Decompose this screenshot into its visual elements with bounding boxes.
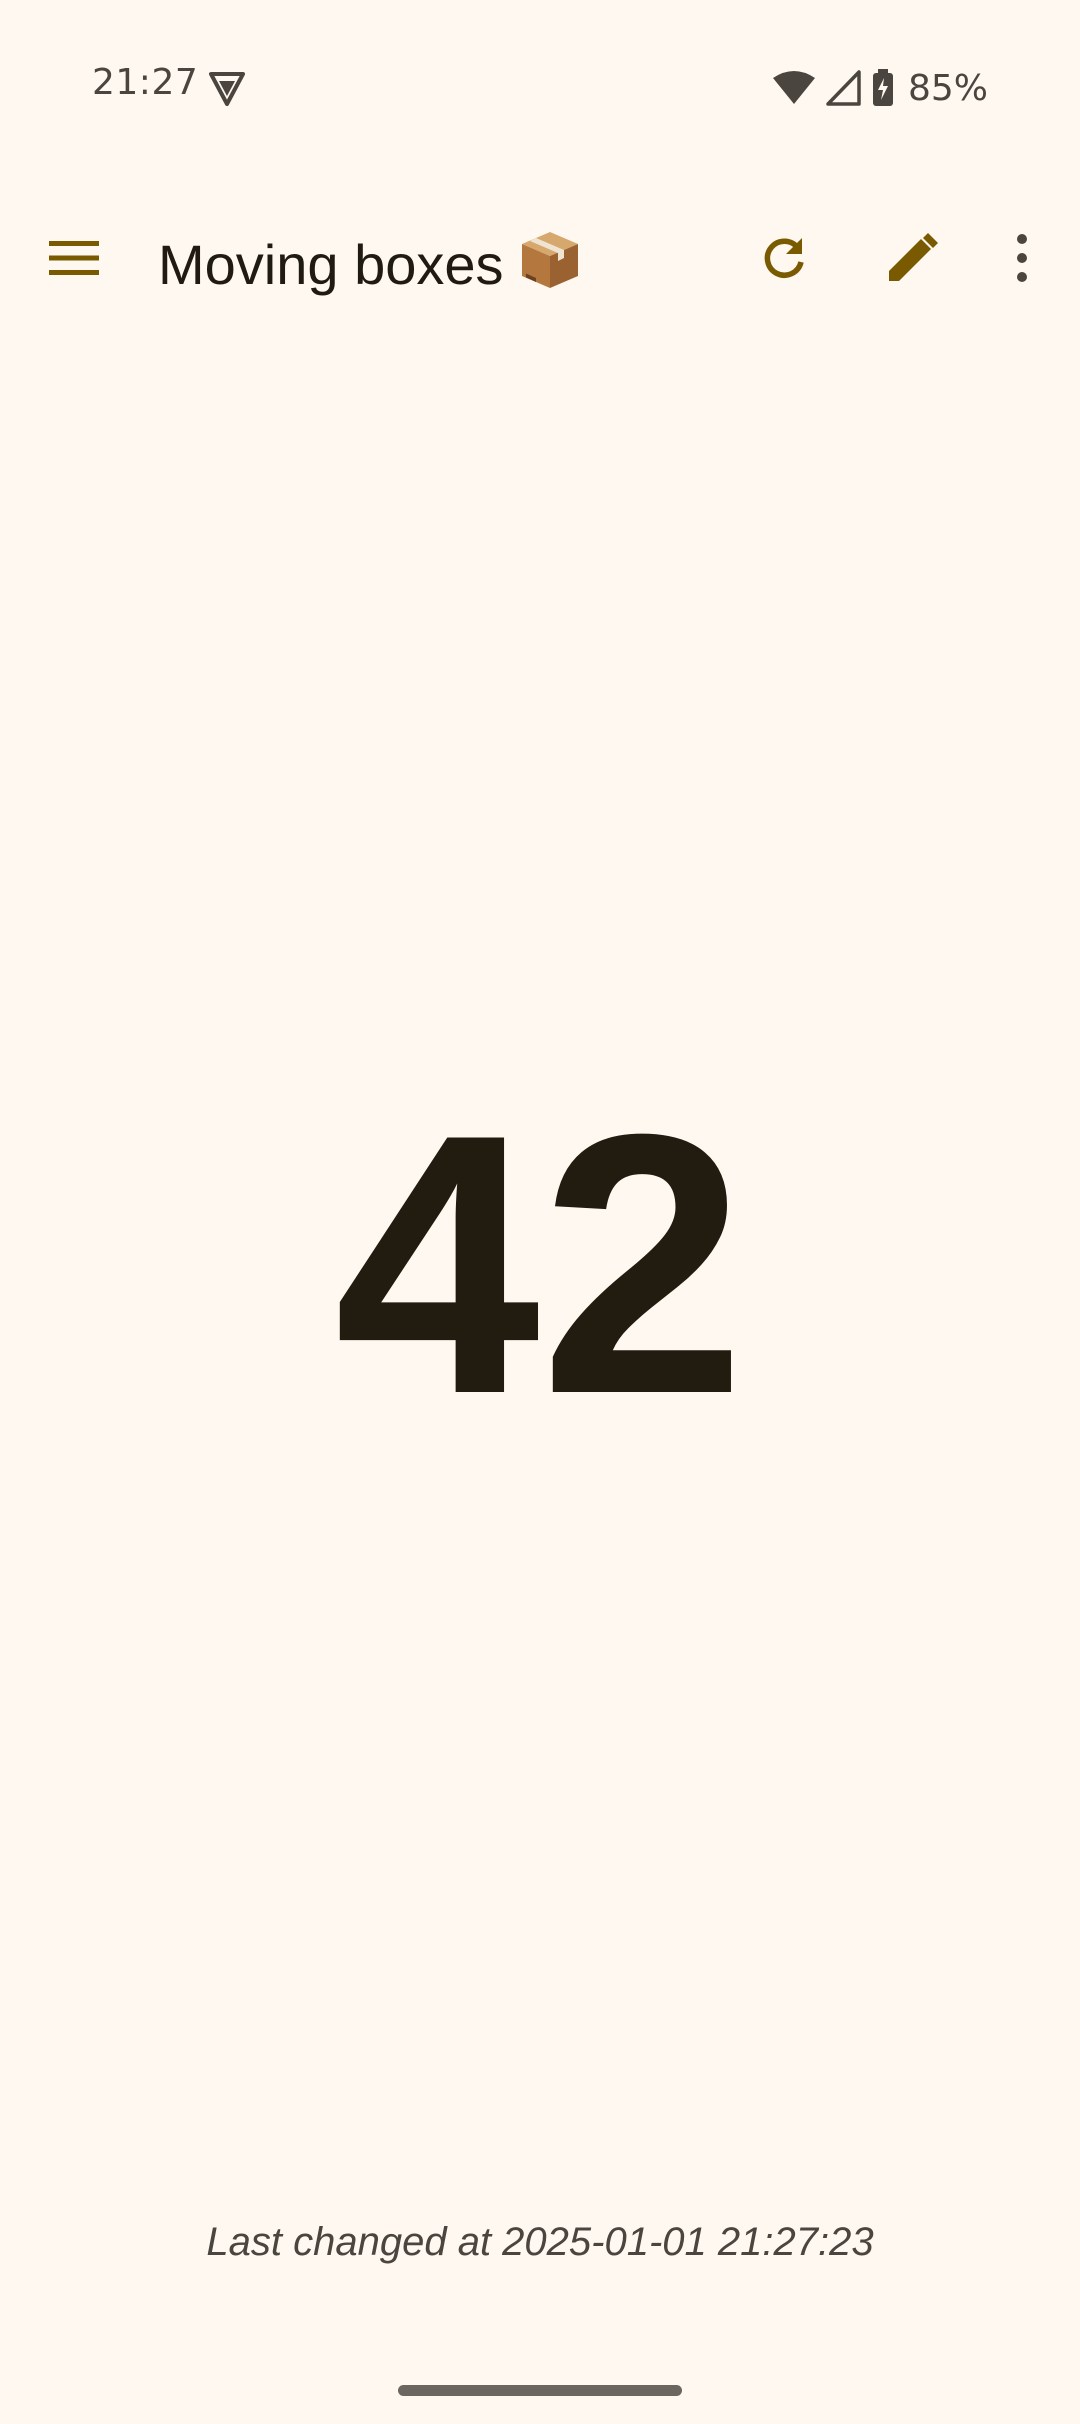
refresh-button[interactable] — [732, 208, 836, 312]
wifi-icon — [772, 70, 816, 106]
battery-charging-icon — [872, 69, 894, 107]
refresh-icon — [760, 234, 808, 287]
app-title: Moving boxes — [158, 228, 582, 305]
counter-screen: 21:27 85% Moving boxes 42 Last changed a… — [0, 0, 1080, 2424]
status-bar: 21:27 85% — [0, 0, 1080, 176]
status-icons: 85% — [772, 64, 988, 112]
counter-value[interactable]: 42 — [0, 1080, 1080, 1450]
menu-button[interactable] — [22, 208, 126, 312]
vpn-icon — [208, 68, 246, 108]
app-title-text: Moving boxes — [158, 233, 504, 296]
gesture-nav-handle[interactable] — [398, 2385, 682, 2396]
menu-icon — [49, 240, 99, 281]
edit-button[interactable] — [860, 208, 964, 312]
more-options-button[interactable] — [970, 208, 1074, 312]
battery-percent: 85% — [907, 67, 988, 109]
status-time: 21:27 — [92, 62, 199, 103]
cell-signal-icon — [826, 70, 862, 106]
top-app-bar: Moving boxes — [0, 190, 1080, 330]
last-changed-text: Last changed at 2025-01-01 21:27:23 — [206, 2220, 874, 2264]
package-box-icon — [518, 228, 582, 305]
more-vert-icon — [1016, 233, 1028, 287]
edit-icon — [885, 231, 939, 290]
